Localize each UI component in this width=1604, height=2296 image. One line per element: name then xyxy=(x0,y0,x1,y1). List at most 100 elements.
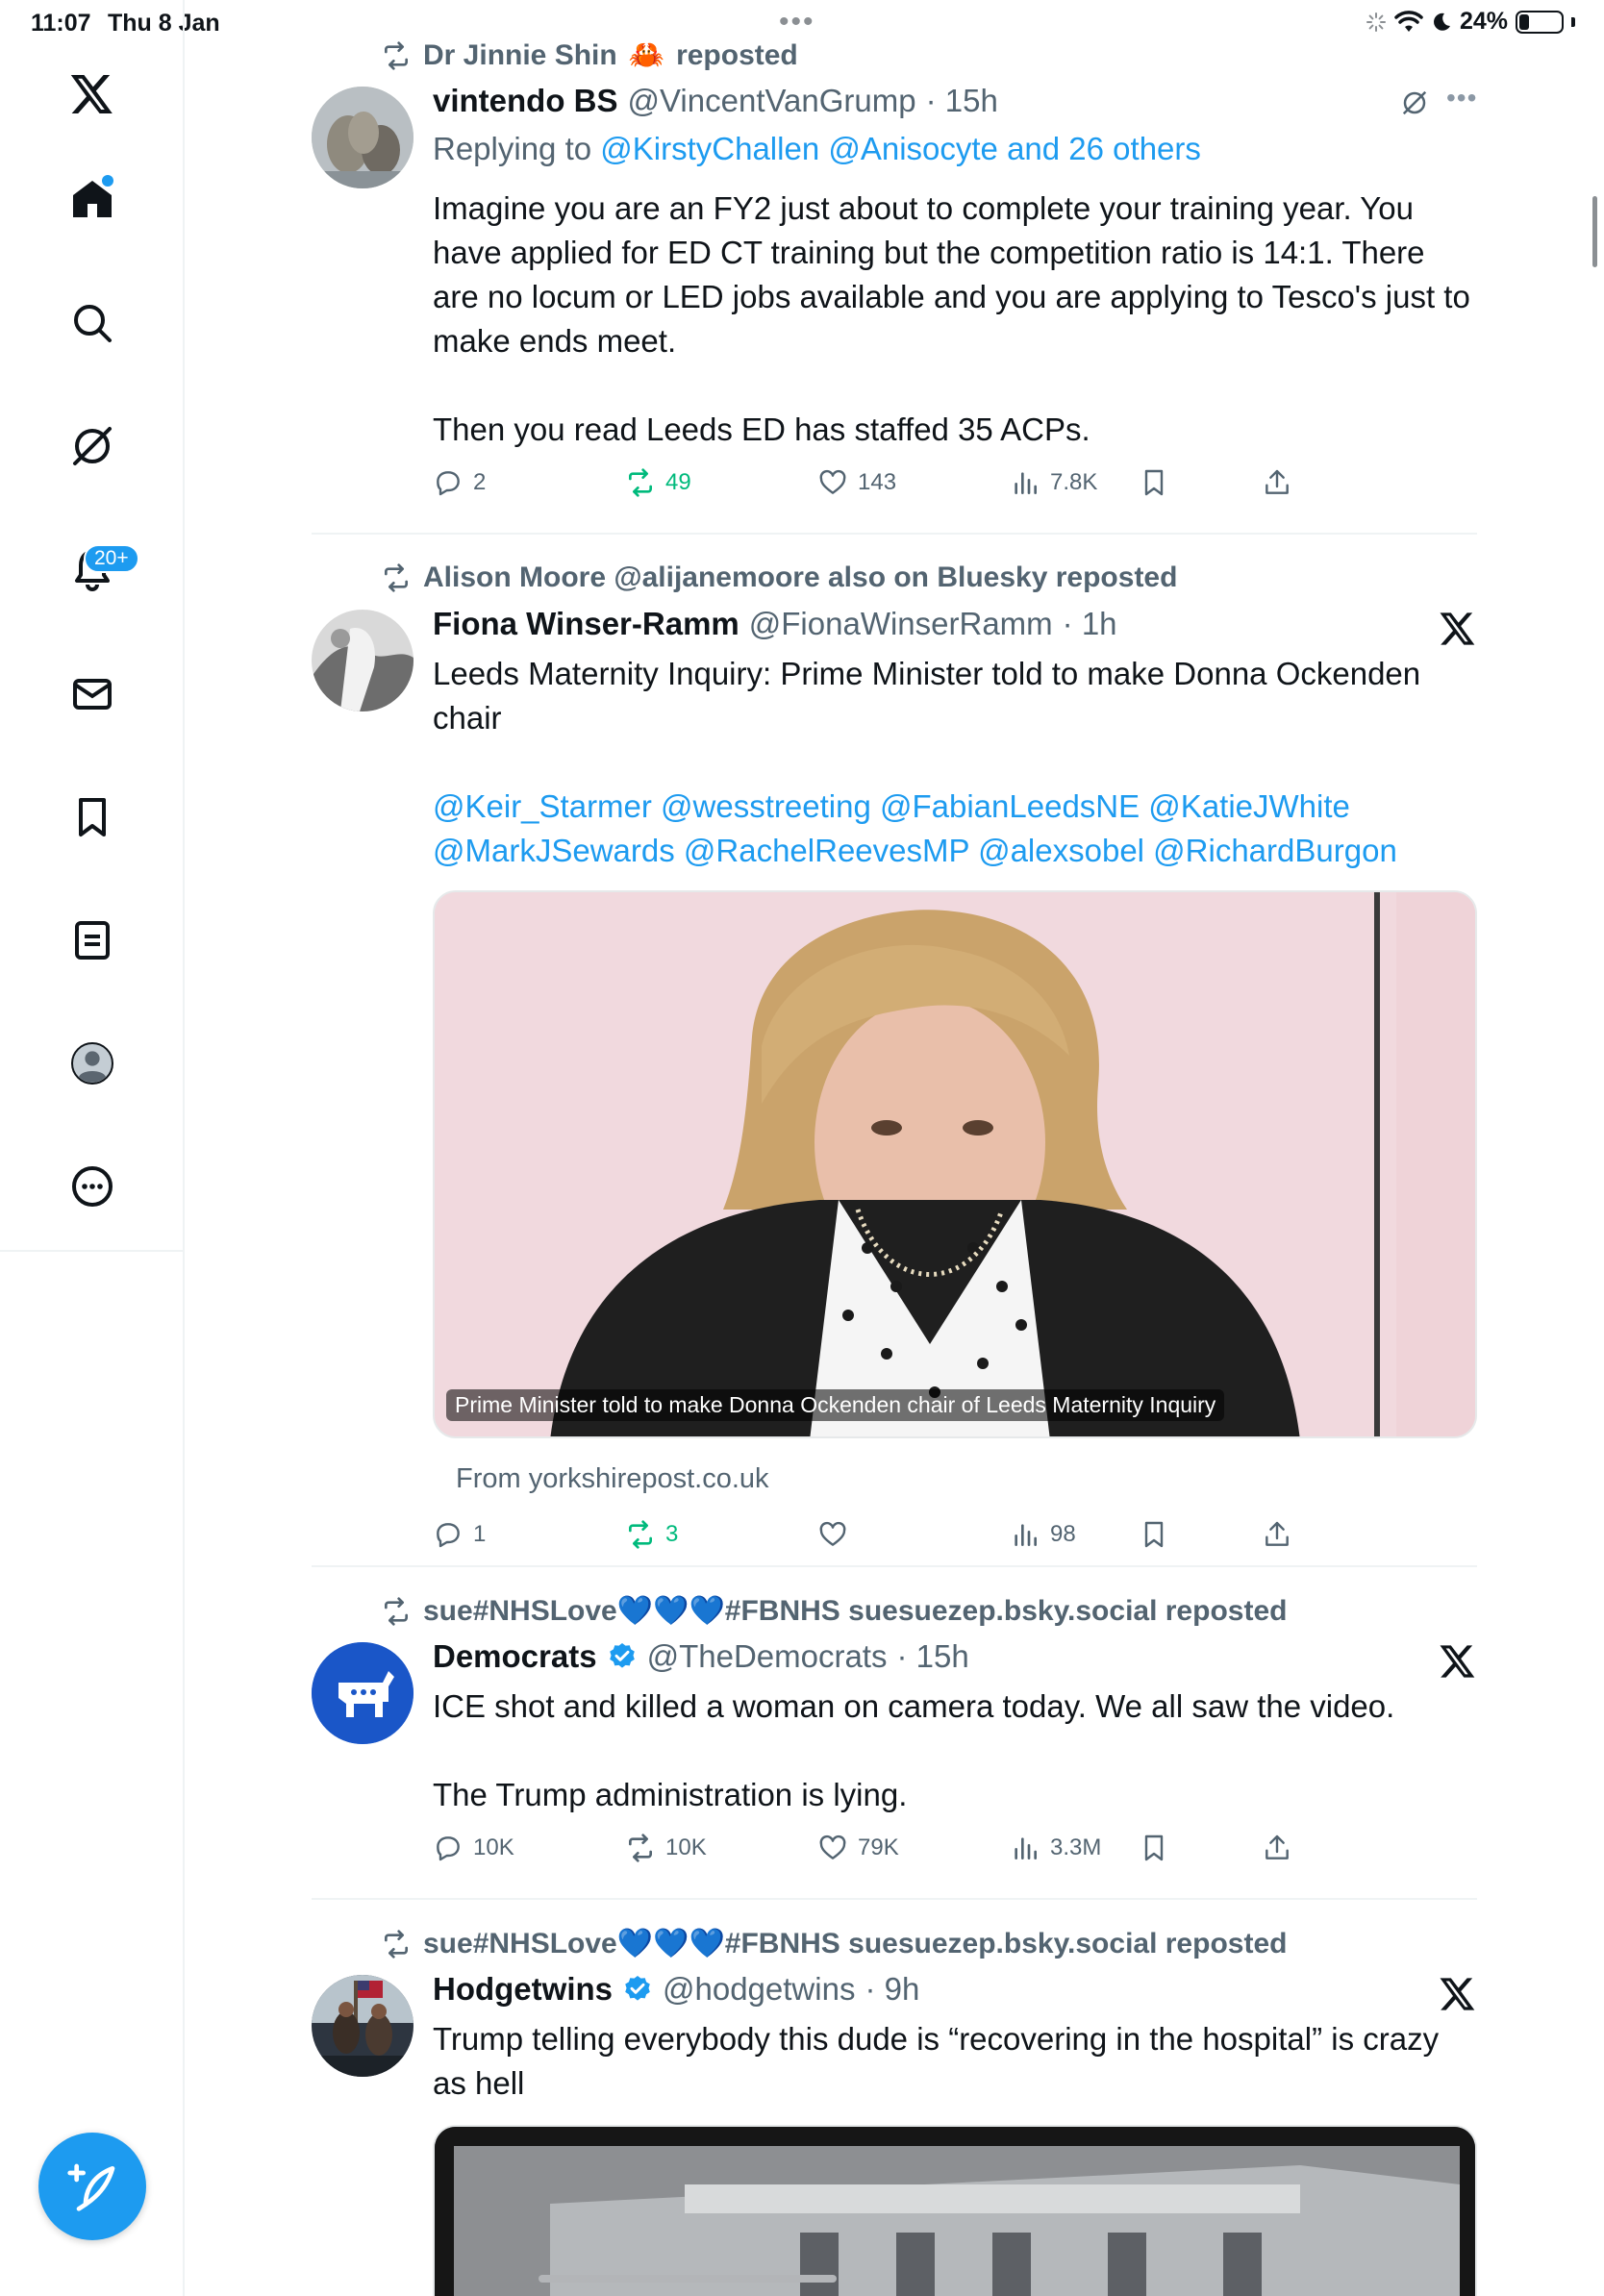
tweet-actions: 10K 10K 79K 3.3M xyxy=(433,1833,1356,1871)
more-icon[interactable] xyxy=(0,1148,185,1225)
tweet-text: Trump telling everybody this dude is “re… xyxy=(433,2021,1448,2101)
author-name[interactable]: Fiona Winser-Ramm xyxy=(433,606,739,642)
battery-icon xyxy=(1516,10,1564,34)
views-button[interactable]: 7.8K xyxy=(1010,467,1097,498)
avatar[interactable] xyxy=(312,1975,414,2077)
home-indicator[interactable] xyxy=(539,2275,837,2283)
reply-button[interactable]: 2 xyxy=(433,467,486,498)
reposter-name[interactable]: Dr Jinnie Shin xyxy=(423,39,617,72)
more-options-icon[interactable]: ••• xyxy=(1446,83,1477,113)
timestamp[interactable]: · 9h xyxy=(865,1971,919,2008)
repost-context-text[interactable]: sue#NHSLove💙💙💙#FBNHS suesuezep.bsky.soci… xyxy=(423,1594,1287,1628)
tweet-divider xyxy=(312,1898,1477,1900)
compose-post-button[interactable] xyxy=(38,2133,146,2240)
verified-badge-icon xyxy=(609,1643,635,1668)
avatar[interactable] xyxy=(312,610,414,711)
media-caption: Prime Minister told to make Donna Ockend… xyxy=(446,1389,1225,1421)
author-handle[interactable]: @hodgetwins xyxy=(663,1971,855,2008)
bookmark-button[interactable] xyxy=(1139,1833,1169,1863)
repost-button[interactable]: 49 xyxy=(625,467,691,498)
video-thumbnail-image xyxy=(435,2127,1475,2296)
repost-icon xyxy=(385,40,408,70)
search-icon[interactable] xyxy=(0,285,185,362)
sidebar: 20+ xyxy=(0,0,185,2296)
x-logo-icon[interactable] xyxy=(0,56,185,133)
like-button[interactable]: 143 xyxy=(817,467,896,498)
x-source-icon xyxy=(1440,1978,1475,2010)
repost-context-text[interactable]: sue#NHSLove💙💙💙#FBNHS suesuezep.bsky.soci… xyxy=(423,1927,1287,1960)
views-chart-icon xyxy=(1015,1837,1037,1859)
share-button[interactable] xyxy=(1262,1833,1292,1863)
views-button[interactable]: 3.3M xyxy=(1010,1833,1101,1863)
author-handle[interactable]: @TheDemocrats xyxy=(647,1638,888,1675)
bookmarks-icon[interactable] xyxy=(0,779,185,856)
repost-context: sue#NHSLove💙💙💙#FBNHS suesuezep.bsky.soci… xyxy=(381,1927,1287,1960)
verified-badge-icon xyxy=(625,1976,650,2001)
bookmark-icon xyxy=(1144,1834,1164,1861)
reply-icon xyxy=(437,471,460,496)
tweet-header: Fiona Winser-Ramm @FionaWinserRamm · 1h xyxy=(433,606,1117,642)
reply-button[interactable]: 10K xyxy=(433,1833,514,1863)
avatar[interactable] xyxy=(312,87,414,188)
repost-context-text[interactable]: Alison Moore @alijanemoore also on Blues… xyxy=(423,562,1177,594)
tweet-actions: 1 3 98 xyxy=(433,1519,1356,1558)
share-button[interactable] xyxy=(1262,467,1292,498)
status-indicators: 24% xyxy=(1366,8,1575,36)
messages-icon[interactable] xyxy=(0,656,185,733)
heart-icon xyxy=(819,1521,846,1546)
tweet-divider xyxy=(312,533,1477,535)
like-button[interactable] xyxy=(817,1519,858,1550)
avatar[interactable] xyxy=(312,1642,414,1744)
repost-icon xyxy=(629,468,652,497)
status-bar: 11:07 Thu 8 Jan ••• 24% xyxy=(0,0,1604,46)
reposter-emoji: 🦀 xyxy=(628,39,665,71)
compose-post-icon xyxy=(67,2163,115,2211)
x-source-icon xyxy=(1440,1645,1475,1678)
author-handle[interactable]: @FionaWinserRamm xyxy=(749,606,1053,642)
mentions-line[interactable]: @Keir_Starmer @wesstreeting @FabianLeeds… xyxy=(433,785,1481,829)
scrollbar[interactable] xyxy=(1592,196,1597,267)
share-button[interactable] xyxy=(1262,1519,1292,1550)
repost-button[interactable]: 10K xyxy=(625,1833,707,1863)
bookmark-button[interactable] xyxy=(1139,467,1169,498)
tweet-text: ICE shot and killed a woman on camera to… xyxy=(433,1688,1395,1724)
home-unread-dot xyxy=(102,175,113,187)
author-name[interactable]: Democrats xyxy=(433,1638,597,1675)
repost-icon xyxy=(629,1520,652,1549)
repost-context: sue#NHSLove💙💙💙#FBNHS suesuezep.bsky.soci… xyxy=(381,1594,1287,1628)
reply-icon xyxy=(437,1523,460,1548)
video-media[interactable] xyxy=(433,2125,1477,2296)
reply-button[interactable]: 1 xyxy=(433,1519,486,1550)
x-source-icon xyxy=(1440,612,1475,645)
reply-mentions-link[interactable]: @KirstyChallen @Anisocyte and 26 others xyxy=(600,131,1201,166)
link-source[interactable]: From yorkshirepost.co.uk xyxy=(456,1463,769,1495)
tweet-text: Imagine you are an FY2 just about to com… xyxy=(433,190,1479,359)
lists-icon[interactable] xyxy=(0,902,185,979)
timestamp[interactable]: · 1h xyxy=(1063,606,1117,642)
bookmark-button[interactable] xyxy=(1139,1519,1169,1550)
share-icon xyxy=(1266,1521,1289,1546)
views-button[interactable]: 98 xyxy=(1010,1519,1076,1550)
timestamp[interactable]: · 15h xyxy=(926,83,998,119)
tweet-header: Hodgetwins @hodgetwins · 9h xyxy=(433,1971,919,2008)
author-name[interactable]: Hodgetwins xyxy=(433,1971,613,2008)
heart-icon xyxy=(819,1834,846,1859)
profile-icon[interactable] xyxy=(0,1025,185,1102)
battery-percent: 24% xyxy=(1459,8,1508,35)
repost-button[interactable]: 3 xyxy=(625,1519,678,1550)
repost-icon xyxy=(629,1834,652,1862)
link-card-image[interactable]: Prime Minister told to make Donna Ockend… xyxy=(433,890,1477,1438)
mentions-line[interactable]: @MarkJSewards @RachelReevesMP @alexsobel… xyxy=(433,829,1481,873)
home-icon[interactable] xyxy=(0,162,185,238)
author-name[interactable]: vintendo BS xyxy=(433,83,618,119)
grok-icon[interactable] xyxy=(1400,88,1429,117)
tweet-header: Democrats @TheDemocrats · 15h xyxy=(433,1638,969,1675)
author-handle[interactable]: @VincentVanGrump xyxy=(628,83,916,119)
like-button[interactable]: 79K xyxy=(817,1833,899,1863)
reply-icon xyxy=(437,1836,460,1861)
grok-icon[interactable] xyxy=(0,408,185,485)
timestamp[interactable]: · 15h xyxy=(896,1638,968,1675)
do-not-disturb-moon-icon xyxy=(1434,12,1450,31)
multitasking-dots-icon[interactable]: ••• xyxy=(779,6,815,38)
replying-to: Replying to @KirstyChallen @Anisocyte an… xyxy=(433,131,1201,166)
